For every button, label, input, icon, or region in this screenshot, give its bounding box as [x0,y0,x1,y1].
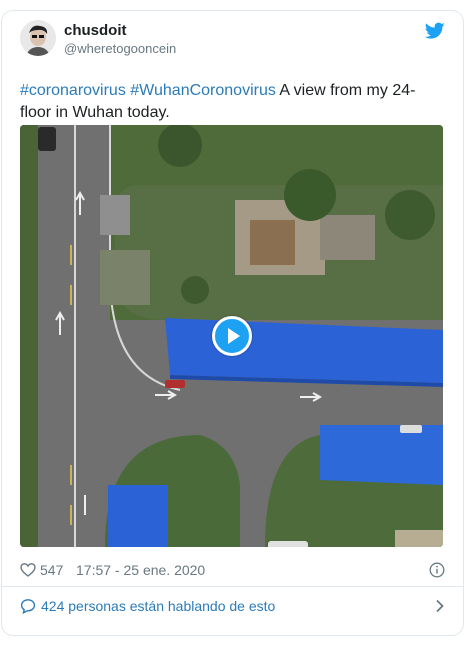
play-button[interactable] [212,316,252,356]
tweet-timestamp[interactable]: 17:57 - 25 ene. 2020 [76,560,205,580]
video-thumbnail[interactable] [20,125,443,547]
info-icon[interactable] [429,562,445,578]
conversation-count: 424 personas están hablando de esto [41,598,276,614]
twitter-bird-icon[interactable] [425,22,445,40]
tweet-meta: 547 17:57 - 25 ene. 2020 [20,560,445,580]
tweet-text: #coronarovirus #WuhanCoronovirus A view … [20,80,425,124]
heart-icon[interactable] [20,562,36,578]
hashtag-link[interactable]: #coronarovirus [20,82,126,99]
chevron-right-icon [436,599,444,613]
avatar[interactable] [20,20,56,56]
reply-bubble-icon [20,599,36,614]
hashtag-link[interactable]: #WuhanCoronovirus [130,82,276,99]
divider [1,586,464,587]
display-name[interactable]: chusdoit [64,22,176,40]
tweet-header: chusdoit @wheretogooncein [20,20,445,60]
author-names: chusdoit @wheretogooncein [64,22,176,57]
author-handle[interactable]: @wheretogooncein [64,40,176,57]
like-count[interactable]: 547 [40,560,63,580]
play-icon [228,328,240,344]
conversation-link[interactable]: 424 personas están hablando de esto [20,596,445,616]
